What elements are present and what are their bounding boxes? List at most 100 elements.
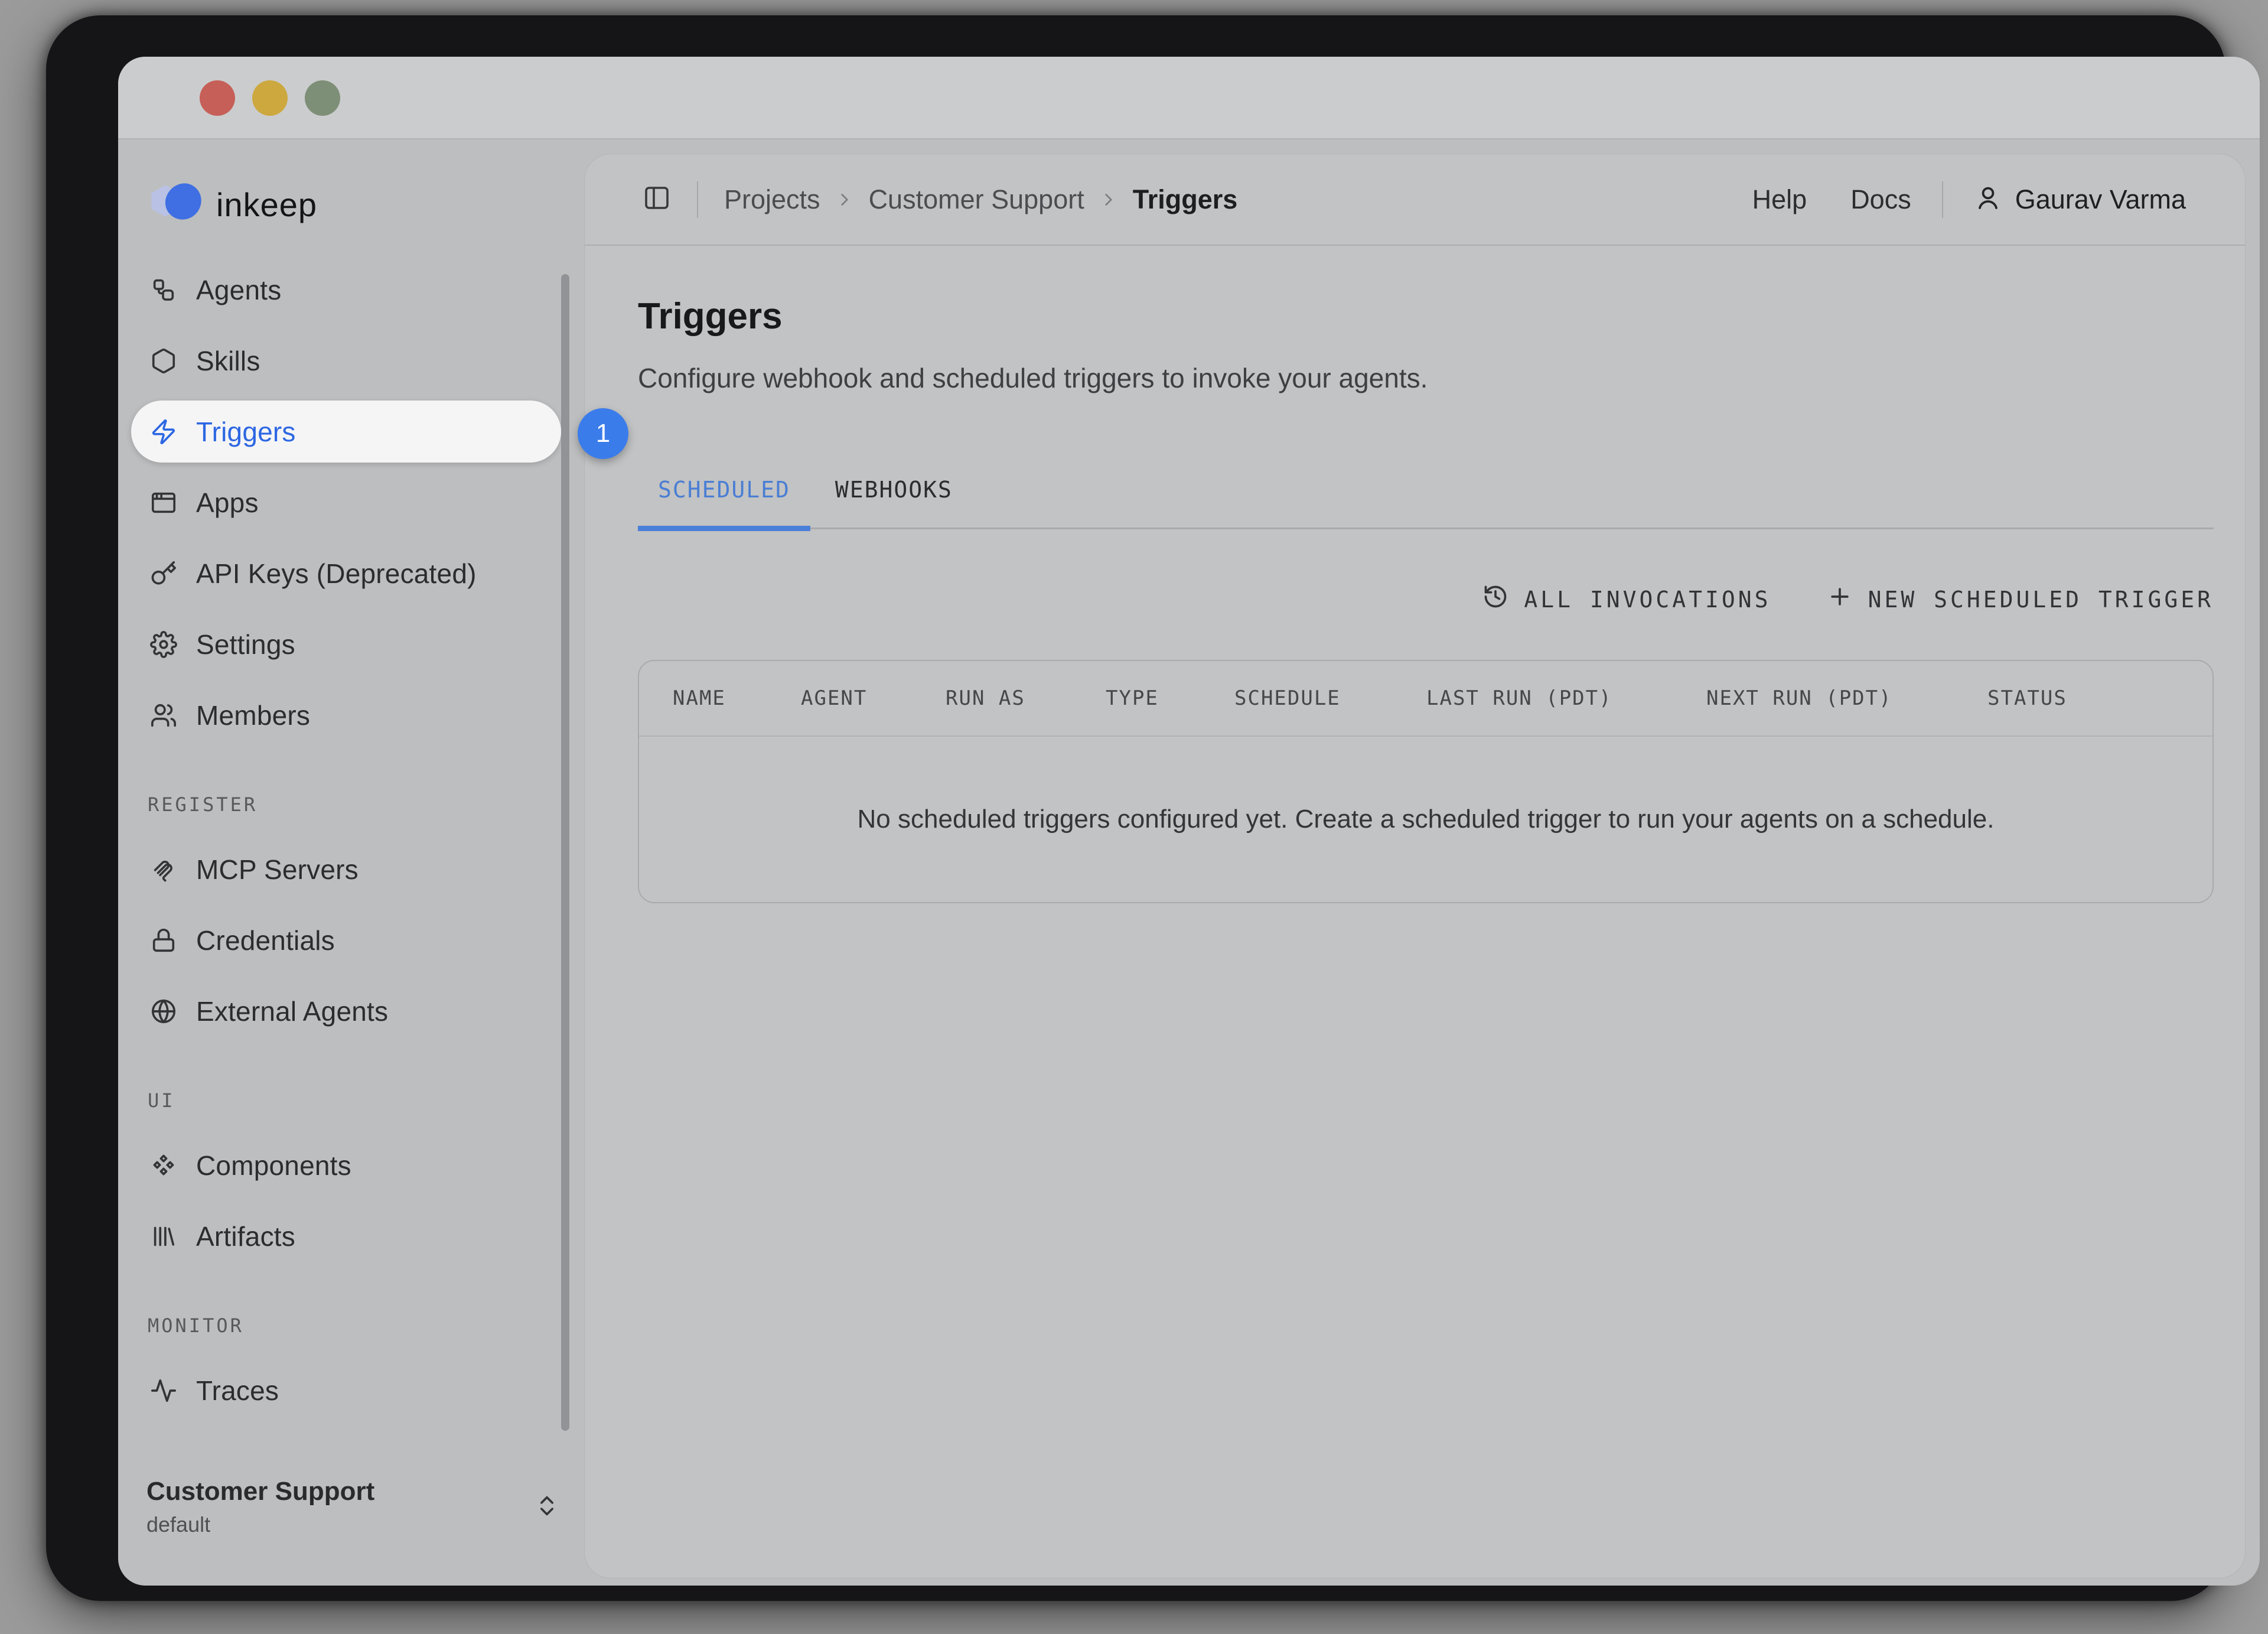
breadcrumb-projects[interactable]: Projects	[724, 184, 820, 215]
page-description: Configure webhook and scheduled triggers…	[638, 362, 2214, 394]
user-name: Gaurav Varma	[2015, 184, 2186, 215]
gear-icon	[150, 631, 177, 658]
column-header-name: NAME	[673, 686, 801, 710]
sidebar-section-ui: UI	[148, 1089, 561, 1112]
sidebar-item-label: MCP Servers	[196, 854, 359, 886]
docs-link[interactable]: Docs	[1850, 184, 1911, 215]
breadcrumb-triggers: Triggers	[1133, 184, 1238, 215]
user-icon	[1974, 184, 2002, 215]
macos-window-frame: 1 inkeep Agents	[46, 15, 2225, 1601]
sidebar-item-label: Credentials	[196, 925, 335, 956]
actions-row: ALL INVOCATIONS NEW SCHEDULED TRIGGER	[638, 584, 2214, 615]
sidebar-item-label: Components	[196, 1150, 351, 1181]
column-header-next-run: NEXT RUN (PDT)	[1706, 686, 1987, 710]
plus-icon	[1827, 584, 1853, 615]
header-right: Help Docs Gaurav Varma	[1752, 181, 2186, 218]
sidebar-nav: Agents Skills Triggers	[131, 141, 561, 1430]
workflow-icon	[150, 276, 177, 304]
app-window: 1 inkeep Agents	[118, 57, 2260, 1586]
sidebar-item-settings[interactable]: Settings	[131, 613, 561, 675]
panel-left-icon	[641, 204, 672, 214]
sidebar-item-triggers[interactable]: Triggers	[131, 401, 561, 463]
project-switcher-text: Customer Support default	[146, 1477, 374, 1537]
column-header-run-as: RUN AS	[946, 686, 1106, 710]
sidebar-toggle-button[interactable]	[641, 184, 672, 215]
page-title: Triggers	[638, 295, 2214, 337]
header-divider	[697, 181, 698, 218]
tab-bar: SCHEDULED WEBHOOKS	[638, 477, 2214, 529]
column-header-schedule: SCHEDULE	[1234, 686, 1426, 710]
sidebar-item-skills[interactable]: Skills	[131, 330, 561, 392]
column-header-type: TYPE	[1106, 686, 1234, 710]
app-body: inkeep Agents Skills	[118, 141, 2260, 1586]
header-divider	[1942, 181, 1943, 218]
activity-icon	[150, 1377, 177, 1404]
new-scheduled-trigger-button[interactable]: NEW SCHEDULED TRIGGER	[1827, 584, 2214, 615]
column-header-agent: AGENT	[801, 686, 946, 710]
project-environment: default	[146, 1512, 374, 1537]
main-panel: Projects Customer Support Triggers Help …	[585, 154, 2245, 1578]
history-icon	[1482, 584, 1508, 615]
zap-icon	[150, 418, 177, 445]
panel-body: Triggers Configure webhook and scheduled…	[585, 246, 2245, 1578]
all-invocations-button[interactable]: ALL INVOCATIONS	[1482, 584, 1771, 615]
column-header-last-run: LAST RUN (PDT)	[1426, 686, 1706, 710]
sidebar-item-api-keys[interactable]: API Keys (Deprecated)	[131, 542, 561, 604]
new-scheduled-trigger-label: NEW SCHEDULED TRIGGER	[1868, 587, 2214, 613]
sidebar-item-agents[interactable]: Agents	[131, 259, 561, 321]
project-name: Customer Support	[146, 1477, 374, 1506]
sidebar-item-external-agents[interactable]: External Agents	[131, 980, 561, 1042]
sidebar-item-label: Agents	[196, 274, 281, 306]
zoom-window-button[interactable]	[305, 80, 340, 116]
component-icon	[150, 1152, 177, 1179]
sidebar-item-credentials[interactable]: Credentials	[131, 909, 561, 971]
minimize-window-button[interactable]	[252, 80, 288, 116]
hexagon-icon	[150, 347, 177, 375]
scheduled-triggers-table: NAME AGENT RUN AS TYPE SCHEDULE LAST RUN…	[638, 660, 2214, 903]
project-switcher[interactable]: Customer Support default	[146, 1477, 560, 1537]
users-icon	[150, 702, 177, 729]
annotation-badge: 1	[578, 408, 628, 459]
tab-scheduled[interactable]: SCHEDULED	[638, 477, 810, 528]
panel-header: Projects Customer Support Triggers Help …	[585, 154, 2245, 246]
mcp-icon	[150, 856, 177, 883]
all-invocations-label: ALL INVOCATIONS	[1524, 587, 1771, 613]
library-icon	[150, 1223, 177, 1250]
globe-icon	[150, 998, 177, 1025]
help-link[interactable]: Help	[1752, 184, 1807, 215]
app-window-icon	[150, 489, 177, 516]
key-icon	[150, 560, 177, 587]
sidebar-item-label: API Keys (Deprecated)	[196, 558, 477, 590]
lock-icon	[150, 927, 177, 954]
sidebar-item-label: Triggers	[196, 416, 296, 448]
sidebar-item-components[interactable]: Components	[131, 1134, 561, 1196]
sidebar-item-artifacts[interactable]: Artifacts	[131, 1205, 561, 1267]
sidebar-item-traces[interactable]: Traces	[131, 1359, 561, 1421]
sidebar-item-members[interactable]: Members	[131, 684, 561, 746]
sidebar-item-mcp-servers[interactable]: MCP Servers	[131, 838, 561, 900]
tab-webhooks[interactable]: WEBHOOKS	[835, 477, 953, 528]
chevron-right-icon	[835, 190, 855, 210]
column-header-status: STATUS	[1987, 686, 2212, 710]
user-menu[interactable]: Gaurav Varma	[1974, 184, 2186, 215]
sidebar: inkeep Agents Skills	[118, 141, 585, 1586]
sidebar-section-register: REGISTER	[148, 793, 561, 816]
sidebar-item-label: Settings	[196, 629, 295, 660]
close-window-button[interactable]	[200, 80, 235, 116]
chevrons-up-down-icon	[534, 1493, 560, 1522]
table-header-row: NAME AGENT RUN AS TYPE SCHEDULE LAST RUN…	[639, 661, 2212, 737]
sidebar-item-label: Skills	[196, 345, 260, 377]
breadcrumb: Projects Customer Support Triggers	[724, 184, 1237, 215]
titlebar	[118, 57, 2260, 139]
sidebar-item-label: Traces	[196, 1375, 279, 1407]
sidebar-item-apps[interactable]: Apps	[131, 471, 561, 533]
sidebar-section-monitor: MONITOR	[148, 1314, 561, 1337]
chevron-right-icon	[1099, 190, 1119, 210]
sidebar-scrollbar[interactable]	[561, 274, 569, 1431]
sidebar-item-label: Artifacts	[196, 1220, 295, 1252]
sidebar-item-label: External Agents	[196, 995, 388, 1027]
breadcrumb-customer-support[interactable]: Customer Support	[869, 184, 1084, 215]
sidebar-item-label: Members	[196, 699, 310, 731]
table-empty-state: No scheduled triggers configured yet. Cr…	[639, 737, 2212, 902]
sidebar-item-label: Apps	[196, 487, 259, 519]
